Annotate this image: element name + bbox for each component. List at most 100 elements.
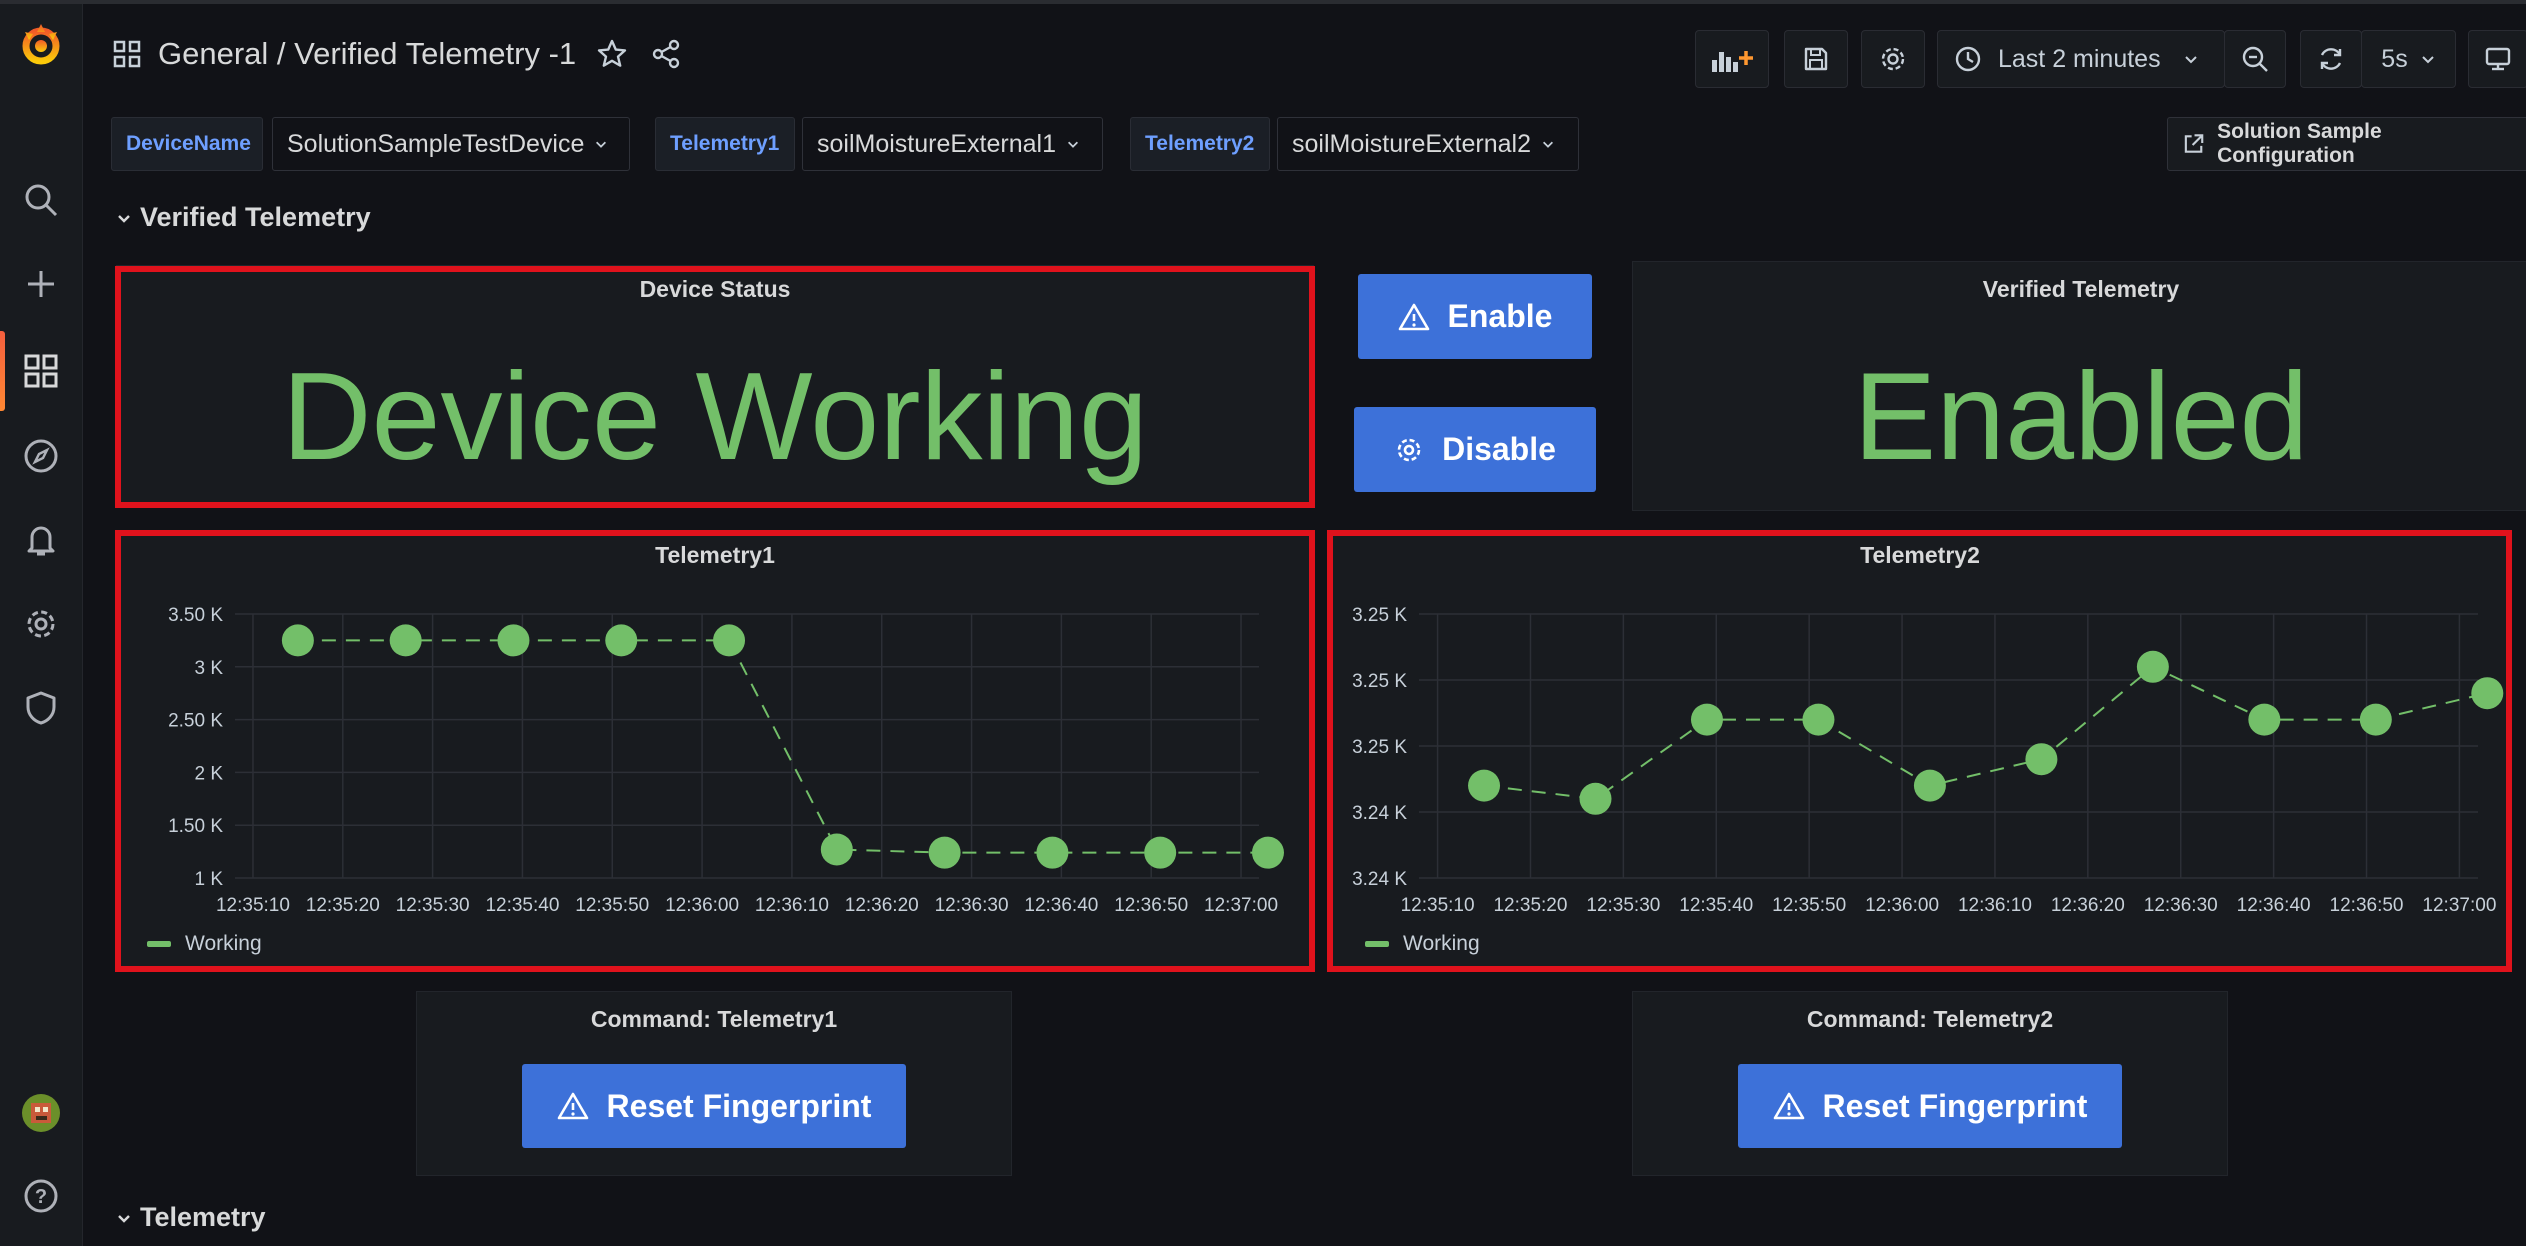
share-icon[interactable] bbox=[650, 38, 682, 70]
row-header-telemetry[interactable]: Telemetry bbox=[116, 1202, 266, 1233]
reset-fingerprint-button-1[interactable]: Reset Fingerprint bbox=[522, 1064, 906, 1148]
zoom-out-icon bbox=[2242, 46, 2268, 72]
breadcrumb-folder[interactable]: General bbox=[158, 36, 268, 72]
x-tick-label: 12:35:40 bbox=[485, 895, 559, 916]
monitor-icon bbox=[2485, 47, 2511, 71]
external-link-icon bbox=[2184, 134, 2204, 153]
data-point bbox=[2025, 743, 2058, 776]
grafana-logo-icon[interactable] bbox=[17, 20, 65, 68]
dashboard-settings-button[interactable] bbox=[1861, 30, 1925, 88]
chevron-down-icon bbox=[596, 141, 607, 148]
variable-select-telemetry1[interactable]: soilMoistureExternal1 bbox=[802, 117, 1103, 171]
verified-telemetry-value: Enabled bbox=[1853, 348, 2309, 486]
variable-label-telemetry1: Telemetry1 bbox=[655, 117, 795, 171]
breadcrumb-separator: / bbox=[268, 36, 295, 71]
data-point bbox=[1468, 769, 1501, 802]
y-tick-label: 3.24 K bbox=[1352, 803, 1407, 824]
chevron-down-icon bbox=[118, 214, 130, 223]
data-point bbox=[1802, 703, 1835, 736]
warning-icon bbox=[1398, 303, 1429, 330]
time-range-picker[interactable]: Last 2 minutes bbox=[1937, 30, 2225, 88]
y-tick-label: 3.25 K bbox=[1352, 671, 1407, 692]
series-line bbox=[1483, 665, 2488, 800]
x-tick-label: 12:36:00 bbox=[665, 895, 739, 916]
variable-value: soilMoistureExternal2 bbox=[1292, 129, 1531, 158]
shield-icon[interactable] bbox=[17, 684, 65, 732]
user-avatar-icon[interactable] bbox=[17, 1089, 65, 1137]
x-tick-label: 12:36:40 bbox=[1024, 895, 1098, 916]
refresh-icon bbox=[2320, 48, 2342, 70]
data-point bbox=[1251, 836, 1284, 869]
dashboards-icon[interactable] bbox=[17, 347, 65, 395]
data-point bbox=[2359, 703, 2392, 736]
telemetry1-chart-panel: Telemetry1 3.50 K3 K 2.50 K2 K 1.50 K1 K 12… bbox=[116, 531, 1314, 971]
solution-sample-configuration-link[interactable]: Solution Sample Configuration bbox=[2167, 117, 2526, 171]
refresh-interval-picker[interactable]: 5s bbox=[2361, 30, 2456, 88]
x-tick-label: 12:37:00 bbox=[2422, 895, 2496, 916]
x-tick-label: 12:36:20 bbox=[2051, 895, 2125, 916]
variable-value: soilMoistureExternal1 bbox=[817, 129, 1056, 158]
chart-legend[interactable]: Working bbox=[147, 932, 262, 956]
data-point bbox=[281, 624, 314, 657]
chevron-down-icon bbox=[1543, 141, 1553, 148]
time-range-label: Last 2 minutes bbox=[1998, 44, 2161, 73]
plus-icon[interactable] bbox=[17, 260, 65, 308]
add-panel-icon bbox=[1712, 51, 1753, 72]
chevron-down-icon bbox=[118, 1214, 130, 1223]
chart-legend[interactable]: Working bbox=[1365, 932, 1480, 956]
x-tick-label: 12:36:10 bbox=[755, 895, 829, 916]
reset-fingerprint-label: Reset Fingerprint bbox=[1822, 1087, 2088, 1124]
reset-fingerprint-button-2[interactable]: Reset Fingerprint bbox=[1738, 1064, 2122, 1148]
breadcrumb: General / Verified Telemetry -1 bbox=[112, 36, 682, 72]
telemetry2-chart: 3.25 K 3.25 K 3.25 K 3.24 K 3.24 K 12:35:10 12… bbox=[1352, 605, 2504, 916]
disable-button[interactable]: Disable bbox=[1354, 407, 1596, 492]
dashboard-grid-icon bbox=[113, 40, 141, 68]
x-tick-label: 12:35:50 bbox=[575, 895, 649, 916]
explore-compass-icon[interactable] bbox=[17, 432, 65, 480]
variable-select-devicename[interactable]: SolutionSampleTestDevice bbox=[272, 117, 630, 171]
x-tick-label: 12:37:00 bbox=[1204, 895, 1278, 916]
x-tick-label: 12:35:20 bbox=[306, 895, 380, 916]
row-header-verified-telemetry[interactable]: Verified Telemetry bbox=[116, 202, 371, 233]
zoom-out-button[interactable] bbox=[2224, 30, 2286, 88]
device-status-panel: Device Status Device Working bbox=[116, 265, 1314, 505]
configuration-gear-icon[interactable] bbox=[17, 600, 65, 648]
variable-label-telemetry2: Telemetry2 bbox=[1130, 117, 1270, 171]
row-title: Telemetry bbox=[140, 1202, 266, 1232]
x-tick-label: 12:36:50 bbox=[2330, 895, 2404, 916]
y-tick-label: 3.25 K bbox=[1352, 737, 1407, 758]
data-point bbox=[1690, 703, 1723, 736]
search-icon[interactable] bbox=[17, 176, 65, 224]
window-top-border bbox=[0, 0, 2526, 4]
x-tick-label: 12:35:10 bbox=[216, 895, 290, 916]
x-tick-label: 12:36:00 bbox=[1865, 895, 1939, 916]
x-tick-label: 12:36:50 bbox=[1114, 895, 1188, 916]
data-point bbox=[1579, 782, 1612, 815]
enable-button[interactable]: Enable bbox=[1358, 274, 1592, 359]
refresh-interval-label: 5s bbox=[2381, 44, 2408, 73]
panel-title: Command: Telemetry2 bbox=[1806, 1006, 2054, 1032]
warning-icon bbox=[1773, 1092, 1804, 1120]
data-point bbox=[497, 624, 530, 657]
help-icon[interactable]: ? bbox=[17, 1172, 65, 1220]
dashboard-title[interactable]: Verified Telemetry -1 bbox=[294, 36, 576, 72]
svg-text:?: ? bbox=[35, 1186, 47, 1208]
x-tick-label: 12:35:10 bbox=[1401, 895, 1475, 916]
sidebar-active-indicator bbox=[0, 331, 5, 411]
gear-icon bbox=[1881, 47, 1905, 71]
star-icon[interactable] bbox=[596, 38, 628, 70]
legend-label: Working bbox=[1403, 932, 1480, 955]
panel-title: Device Status bbox=[639, 276, 791, 302]
data-point bbox=[389, 624, 422, 657]
variable-select-telemetry2[interactable]: soilMoistureExternal2 bbox=[1277, 117, 1579, 171]
y-tick-label: 1.50 K bbox=[168, 816, 223, 837]
y-tick-label: 3.24 K bbox=[1352, 869, 1407, 890]
command-telemetry2-panel: Command: Telemetry2 Reset Fingerprint bbox=[1632, 991, 2228, 1176]
alerting-bell-icon[interactable] bbox=[17, 516, 65, 564]
add-panel-button[interactable] bbox=[1695, 30, 1769, 88]
telemetry1-chart: 3.50 K 3 K 2.50 K 2 K 1.50 K 1 K 12:35:10 12:35… bbox=[168, 605, 1284, 916]
save-dashboard-button[interactable] bbox=[1784, 30, 1848, 88]
x-tick-label: 12:35:30 bbox=[1586, 895, 1660, 916]
refresh-button[interactable] bbox=[2300, 30, 2362, 88]
tv-mode-button[interactable] bbox=[2468, 30, 2526, 88]
